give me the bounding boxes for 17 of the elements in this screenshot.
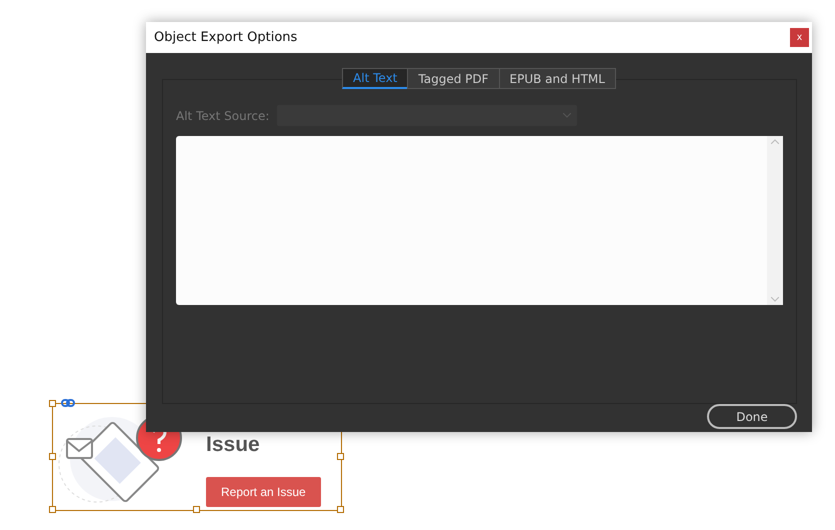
tab[interactable]: Alt Text <box>342 68 408 89</box>
close-button[interactable]: x <box>790 28 809 47</box>
resize-handle[interactable] <box>49 506 56 513</box>
heading: Issue <box>206 433 261 457</box>
chevron-down-icon <box>563 113 572 118</box>
link-icon <box>61 399 75 407</box>
resize-handle[interactable] <box>337 506 344 513</box>
resize-handle[interactable] <box>337 453 344 460</box>
tab[interactable]: EPUB and HTML <box>498 68 616 89</box>
resize-handle[interactable] <box>49 453 56 460</box>
resize-handle[interactable] <box>49 400 56 407</box>
report-button[interactable]: Report an Issue <box>206 477 321 507</box>
resize-handle[interactable] <box>193 506 200 513</box>
window-title: Object Export Options <box>154 30 298 45</box>
field-label: Alt Text Source: <box>176 108 270 122</box>
done-button[interactable]: Done <box>707 404 797 429</box>
tab[interactable]: Tagged PDF <box>407 68 500 89</box>
